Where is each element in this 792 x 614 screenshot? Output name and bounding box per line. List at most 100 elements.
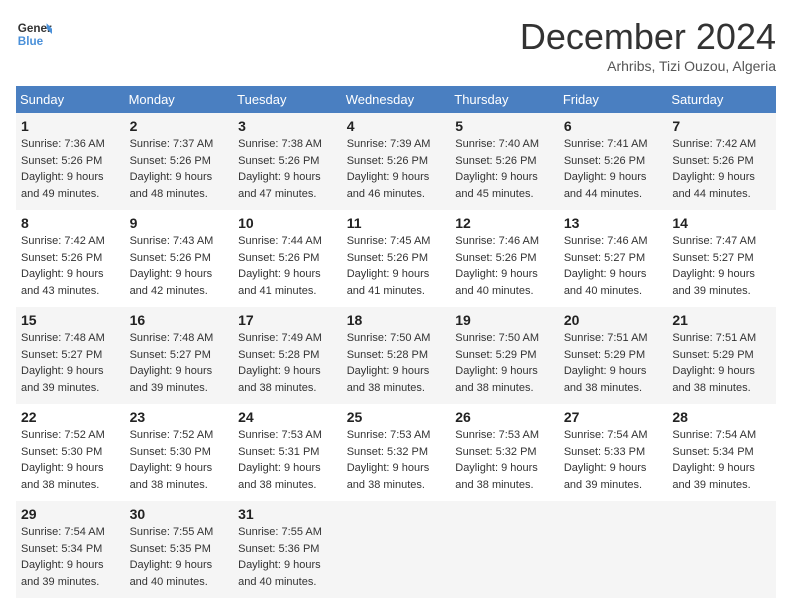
daylight-minutes: and 45 minutes. — [455, 188, 533, 200]
sunset-label: Sunset: 5:26 PM — [21, 155, 102, 167]
daylight-label: Daylight: 9 hours — [455, 365, 538, 377]
week-row-5: 29 Sunrise: 7:54 AM Sunset: 5:34 PM Dayl… — [16, 501, 776, 598]
day-cell: 2 Sunrise: 7:37 AM Sunset: 5:26 PM Dayli… — [125, 113, 234, 210]
week-row-3: 15 Sunrise: 7:48 AM Sunset: 5:27 PM Dayl… — [16, 307, 776, 404]
col-header-sunday: Sunday — [16, 86, 125, 113]
sunrise-label: Sunrise: 7:50 AM — [347, 332, 431, 344]
day-info: Sunrise: 7:47 AM Sunset: 5:27 PM Dayligh… — [672, 233, 771, 299]
sunrise-label: Sunrise: 7:39 AM — [347, 138, 431, 150]
sunrise-label: Sunrise: 7:42 AM — [672, 138, 756, 150]
sunrise-label: Sunrise: 7:55 AM — [130, 526, 214, 538]
daylight-minutes: and 38 minutes. — [21, 479, 99, 491]
sunrise-label: Sunrise: 7:51 AM — [564, 332, 648, 344]
sunrise-label: Sunrise: 7:47 AM — [672, 235, 756, 247]
day-cell: 23 Sunrise: 7:52 AM Sunset: 5:30 PM Dayl… — [125, 404, 234, 501]
day-cell: 15 Sunrise: 7:48 AM Sunset: 5:27 PM Dayl… — [16, 307, 125, 404]
daylight-label: Daylight: 9 hours — [238, 462, 321, 474]
daylight-label: Daylight: 9 hours — [21, 559, 104, 571]
sunrise-label: Sunrise: 7:53 AM — [347, 429, 431, 441]
day-info: Sunrise: 7:40 AM Sunset: 5:26 PM Dayligh… — [455, 136, 554, 202]
title-area: December 2024 Arhribs, Tizi Ouzou, Alger… — [520, 16, 776, 74]
daylight-minutes: and 40 minutes. — [455, 285, 533, 297]
week-row-4: 22 Sunrise: 7:52 AM Sunset: 5:30 PM Dayl… — [16, 404, 776, 501]
sunset-label: Sunset: 5:26 PM — [455, 252, 536, 264]
daylight-minutes: and 38 minutes. — [347, 382, 425, 394]
col-header-saturday: Saturday — [667, 86, 776, 113]
daylight-minutes: and 39 minutes. — [130, 382, 208, 394]
day-number: 29 — [21, 506, 120, 522]
daylight-minutes: and 39 minutes. — [672, 285, 750, 297]
sunset-label: Sunset: 5:26 PM — [130, 155, 211, 167]
daylight-label: Daylight: 9 hours — [672, 462, 755, 474]
day-info: Sunrise: 7:46 AM Sunset: 5:26 PM Dayligh… — [455, 233, 554, 299]
day-cell: 1 Sunrise: 7:36 AM Sunset: 5:26 PM Dayli… — [16, 113, 125, 210]
sunset-label: Sunset: 5:28 PM — [347, 349, 428, 361]
day-info: Sunrise: 7:54 AM Sunset: 5:33 PM Dayligh… — [564, 427, 663, 493]
daylight-minutes: and 48 minutes. — [130, 188, 208, 200]
day-info: Sunrise: 7:44 AM Sunset: 5:26 PM Dayligh… — [238, 233, 337, 299]
day-info: Sunrise: 7:52 AM Sunset: 5:30 PM Dayligh… — [21, 427, 120, 493]
day-cell: 7 Sunrise: 7:42 AM Sunset: 5:26 PM Dayli… — [667, 113, 776, 210]
sunset-label: Sunset: 5:30 PM — [21, 446, 102, 458]
sunset-label: Sunset: 5:28 PM — [238, 349, 319, 361]
day-number: 14 — [672, 215, 771, 231]
sunset-label: Sunset: 5:29 PM — [564, 349, 645, 361]
day-cell: 24 Sunrise: 7:53 AM Sunset: 5:31 PM Dayl… — [233, 404, 342, 501]
daylight-label: Daylight: 9 hours — [455, 462, 538, 474]
daylight-label: Daylight: 9 hours — [130, 462, 213, 474]
sunrise-label: Sunrise: 7:40 AM — [455, 138, 539, 150]
logo-icon: General Blue — [16, 16, 52, 52]
daylight-minutes: and 38 minutes. — [564, 382, 642, 394]
month-title: December 2024 — [520, 16, 776, 58]
day-number: 17 — [238, 312, 337, 328]
daylight-label: Daylight: 9 hours — [238, 268, 321, 280]
sunset-label: Sunset: 5:26 PM — [347, 155, 428, 167]
sunrise-label: Sunrise: 7:54 AM — [564, 429, 648, 441]
day-cell: 6 Sunrise: 7:41 AM Sunset: 5:26 PM Dayli… — [559, 113, 668, 210]
daylight-label: Daylight: 9 hours — [130, 171, 213, 183]
day-info: Sunrise: 7:48 AM Sunset: 5:27 PM Dayligh… — [130, 330, 229, 396]
daylight-minutes: and 41 minutes. — [347, 285, 425, 297]
daylight-minutes: and 47 minutes. — [238, 188, 316, 200]
daylight-minutes: and 41 minutes. — [238, 285, 316, 297]
sunrise-label: Sunrise: 7:37 AM — [130, 138, 214, 150]
day-info: Sunrise: 7:45 AM Sunset: 5:26 PM Dayligh… — [347, 233, 446, 299]
day-number: 26 — [455, 409, 554, 425]
sunrise-label: Sunrise: 7:36 AM — [21, 138, 105, 150]
day-info: Sunrise: 7:36 AM Sunset: 5:26 PM Dayligh… — [21, 136, 120, 202]
sunrise-label: Sunrise: 7:52 AM — [21, 429, 105, 441]
day-info: Sunrise: 7:54 AM Sunset: 5:34 PM Dayligh… — [21, 524, 120, 590]
day-cell: 31 Sunrise: 7:55 AM Sunset: 5:36 PM Dayl… — [233, 501, 342, 598]
calendar-table: SundayMondayTuesdayWednesdayThursdayFrid… — [16, 86, 776, 598]
daylight-minutes: and 38 minutes. — [130, 479, 208, 491]
sunset-label: Sunset: 5:26 PM — [672, 155, 753, 167]
sunrise-label: Sunrise: 7:53 AM — [238, 429, 322, 441]
week-row-2: 8 Sunrise: 7:42 AM Sunset: 5:26 PM Dayli… — [16, 210, 776, 307]
day-number: 21 — [672, 312, 771, 328]
day-cell: 30 Sunrise: 7:55 AM Sunset: 5:35 PM Dayl… — [125, 501, 234, 598]
col-header-friday: Friday — [559, 86, 668, 113]
day-cell: 19 Sunrise: 7:50 AM Sunset: 5:29 PM Dayl… — [450, 307, 559, 404]
day-cell: 27 Sunrise: 7:54 AM Sunset: 5:33 PM Dayl… — [559, 404, 668, 501]
day-number: 7 — [672, 118, 771, 134]
day-number: 1 — [21, 118, 120, 134]
day-number: 8 — [21, 215, 120, 231]
day-cell: 10 Sunrise: 7:44 AM Sunset: 5:26 PM Dayl… — [233, 210, 342, 307]
day-cell: 12 Sunrise: 7:46 AM Sunset: 5:26 PM Dayl… — [450, 210, 559, 307]
day-cell: 18 Sunrise: 7:50 AM Sunset: 5:28 PM Dayl… — [342, 307, 451, 404]
sunset-label: Sunset: 5:27 PM — [130, 349, 211, 361]
daylight-minutes: and 38 minutes. — [672, 382, 750, 394]
daylight-minutes: and 49 minutes. — [21, 188, 99, 200]
day-cell: 5 Sunrise: 7:40 AM Sunset: 5:26 PM Dayli… — [450, 113, 559, 210]
sunrise-label: Sunrise: 7:38 AM — [238, 138, 322, 150]
sunrise-label: Sunrise: 7:42 AM — [21, 235, 105, 247]
day-info: Sunrise: 7:43 AM Sunset: 5:26 PM Dayligh… — [130, 233, 229, 299]
svg-text:Blue: Blue — [18, 35, 44, 48]
daylight-label: Daylight: 9 hours — [130, 268, 213, 280]
daylight-minutes: and 38 minutes. — [347, 479, 425, 491]
day-info: Sunrise: 7:42 AM Sunset: 5:26 PM Dayligh… — [21, 233, 120, 299]
daylight-label: Daylight: 9 hours — [130, 559, 213, 571]
day-number: 12 — [455, 215, 554, 231]
day-info: Sunrise: 7:49 AM Sunset: 5:28 PM Dayligh… — [238, 330, 337, 396]
day-cell: 25 Sunrise: 7:53 AM Sunset: 5:32 PM Dayl… — [342, 404, 451, 501]
